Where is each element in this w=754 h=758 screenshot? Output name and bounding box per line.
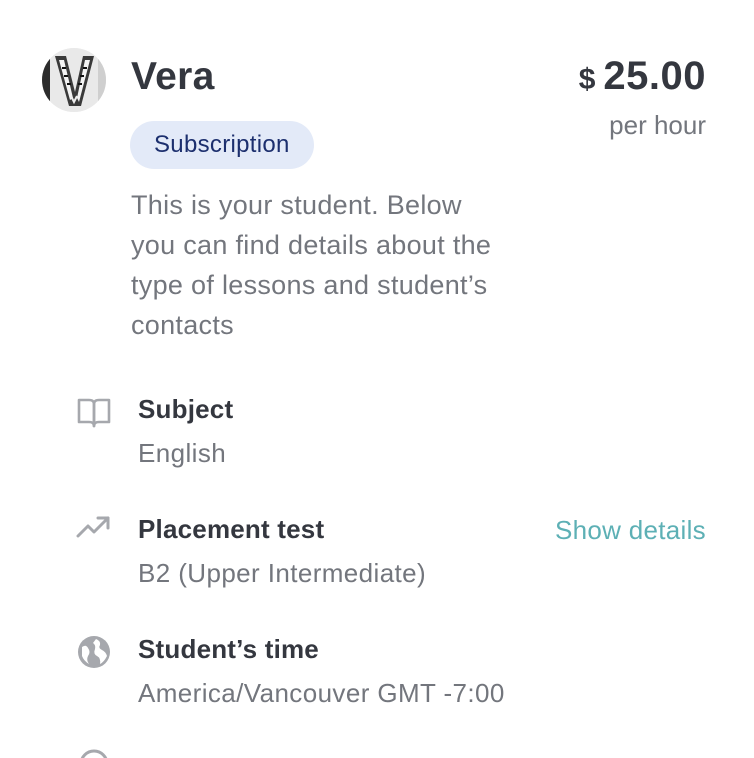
avatar[interactable] xyxy=(42,48,106,112)
avatar-image xyxy=(42,48,106,112)
placement-value: B2 (Upper Intermediate) xyxy=(138,558,427,588)
next-row-icon xyxy=(80,749,108,758)
price-amount: 25.00 xyxy=(603,54,706,98)
student-name: Vera xyxy=(131,55,215,98)
student-description: This is your student. Below you can find… xyxy=(131,190,492,340)
subject-title: Subject xyxy=(138,394,234,424)
subscription-badge: Subscription xyxy=(130,121,314,169)
globe-icon xyxy=(78,636,110,668)
trending-up-icon xyxy=(76,516,110,538)
show-details-link[interactable]: Show details xyxy=(555,513,706,547)
price: $ 25.00 xyxy=(579,54,706,99)
subject-value: English xyxy=(138,438,227,468)
student-card: Vera $ 25.00 per hour Subscription This … xyxy=(0,0,754,758)
price-currency: $ xyxy=(578,63,596,96)
time-title: Student’s time xyxy=(138,634,319,664)
time-value: America/Vancouver GMT -7:00 xyxy=(138,678,505,708)
placement-title: Placement test xyxy=(138,514,325,544)
book-icon xyxy=(77,398,111,428)
price-unit: per hour xyxy=(609,110,706,140)
